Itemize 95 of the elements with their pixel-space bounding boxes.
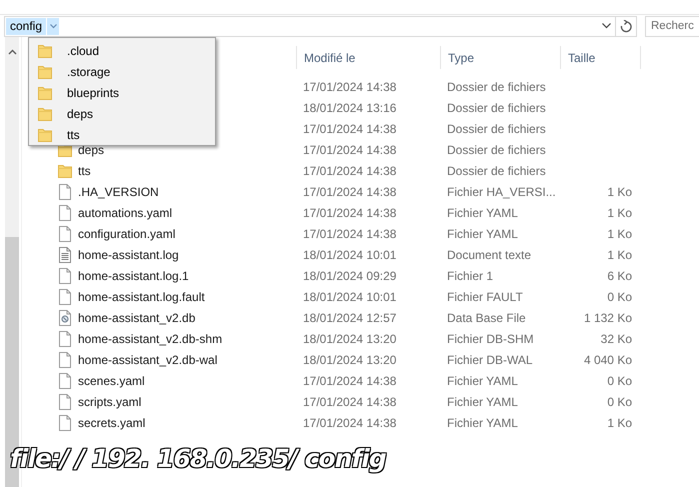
file-size: 1 Ko [607,184,632,198]
file-name[interactable]: home-assistant_v2.db-wal [78,352,218,366]
modified-date: 17/01/2024 14:38 [303,416,396,430]
folder-icon [38,126,52,142]
modified-date: 17/01/2024 14:38 [303,122,396,136]
file-name[interactable]: .HA_VERSION [78,184,159,198]
file-size: 6 Ko [607,268,632,282]
file-name[interactable]: deps [78,142,104,156]
file-type: Dossier de fichiers [447,164,546,178]
modified-date: 18/01/2024 10:01 [303,248,396,262]
search-field[interactable]: Recherc [645,16,699,36]
folder-icon [38,42,52,58]
file-icon [58,414,72,430]
modified-date: 18/01/2024 13:20 [303,332,396,346]
annotation: file:/ / 192. 168.0.235/ config [10,444,386,473]
folder-icon [38,84,52,100]
column-header[interactable]: Type [440,46,560,69]
chevron-down-icon [602,23,610,29]
file-name[interactable]: home-assistant_v2.db [78,310,196,324]
file-icon [58,268,72,284]
address-field[interactable]: config [4,16,637,36]
file-type: Dossier de fichiers [447,122,546,136]
scroll-up-icon[interactable] [8,49,16,55]
modified-date: 17/01/2024 14:38 [303,142,396,156]
file-size: 0 Ko [607,374,632,388]
file-size: 1 132 Ko [584,310,632,324]
menu-item[interactable]: .storage [67,64,110,78]
modified-date: 17/01/2024 14:38 [303,164,396,178]
file-type: Fichier HA_VERSI... [447,184,556,198]
file-type: Fichier DB-WAL [447,352,533,366]
menu-item[interactable]: blueprints [67,86,120,100]
modified-date: 17/01/2024 14:38 [303,80,396,94]
file-size: 32 Ko [600,332,632,346]
database-file-icon [58,310,72,326]
file-name[interactable]: scripts.yaml [78,394,142,408]
file-name[interactable]: tts [78,164,91,178]
file-type: Fichier YAML [447,206,518,220]
file-size: 4 040 Ko [584,352,632,366]
file-name[interactable]: secrets.yaml [78,416,146,430]
file-name[interactable]: home-assistant.log.fault [78,290,205,304]
breadcrumb-button[interactable]: config [6,18,46,34]
modified-date: 17/01/2024 14:38 [303,184,396,198]
file-type: Fichier YAML [447,416,518,430]
file-type: Fichier YAML [447,394,518,408]
dropdown-button[interactable] [46,18,60,34]
file-size: 1 Ko [607,248,632,262]
file-name[interactable]: home-assistant_v2.db-shm [78,332,222,346]
file-icon [58,394,72,410]
file-type: Fichier 1 [447,268,494,282]
file-icon [58,330,72,346]
modified-date: 18/01/2024 09:29 [303,268,396,282]
file-type: Data Base File [447,310,526,324]
modified-date: 18/01/2024 13:16 [303,100,396,114]
file-icon [58,288,72,304]
file-size: 1 Ko [607,226,632,240]
modified-date: 18/01/2024 13:20 [303,352,396,366]
file-icon [58,184,72,200]
folder-icon [58,162,72,178]
chevron-down-icon [50,24,57,28]
folder-icon [38,106,52,122]
file-icon [58,372,72,388]
refresh-icon [620,20,632,32]
menu-item[interactable]: tts [67,128,80,142]
modified-date: 18/01/2024 10:01 [303,290,396,304]
file-icon [58,204,72,220]
file-type: Fichier YAML [447,374,518,388]
modified-date: 18/01/2024 12:57 [303,310,396,324]
file-size: 0 Ko [607,290,632,304]
folder-icon [38,64,52,80]
file-name[interactable]: configuration.yaml [78,226,176,240]
file-size: 0 Ko [607,394,632,408]
file-size: 1 Ko [607,206,632,220]
file-type: Dossier de fichiers [447,100,546,114]
file-name[interactable]: home-assistant.log [78,248,179,262]
text-file-icon [58,246,72,262]
file-type: Dossier de fichiers [447,142,546,156]
modified-date: 17/01/2024 14:38 [303,206,396,220]
file-icon [58,352,72,368]
file-name[interactable]: home-assistant.log.1 [78,268,189,282]
file-size: 1 Ko [607,416,632,430]
modified-date: 17/01/2024 14:38 [303,394,396,408]
menu-item[interactable]: .cloud [67,44,100,58]
modified-date: 17/01/2024 14:38 [303,226,396,240]
file-name[interactable]: automations.yaml [78,206,172,220]
menu-item[interactable]: deps [67,106,94,120]
file-type: Document texte [447,248,532,262]
file-icon [58,226,72,242]
column-header[interactable]: Modifié le [296,46,440,69]
column-header[interactable]: Taille [560,46,640,69]
file-name[interactable]: scenes.yaml [78,374,145,388]
file-type: Fichier FAULT [447,290,523,304]
file-type: Dossier de fichiers [447,80,546,94]
file-type: Fichier YAML [447,226,518,240]
modified-date: 17/01/2024 14:38 [303,374,396,388]
file-type: Fichier DB-SHM [447,332,534,346]
